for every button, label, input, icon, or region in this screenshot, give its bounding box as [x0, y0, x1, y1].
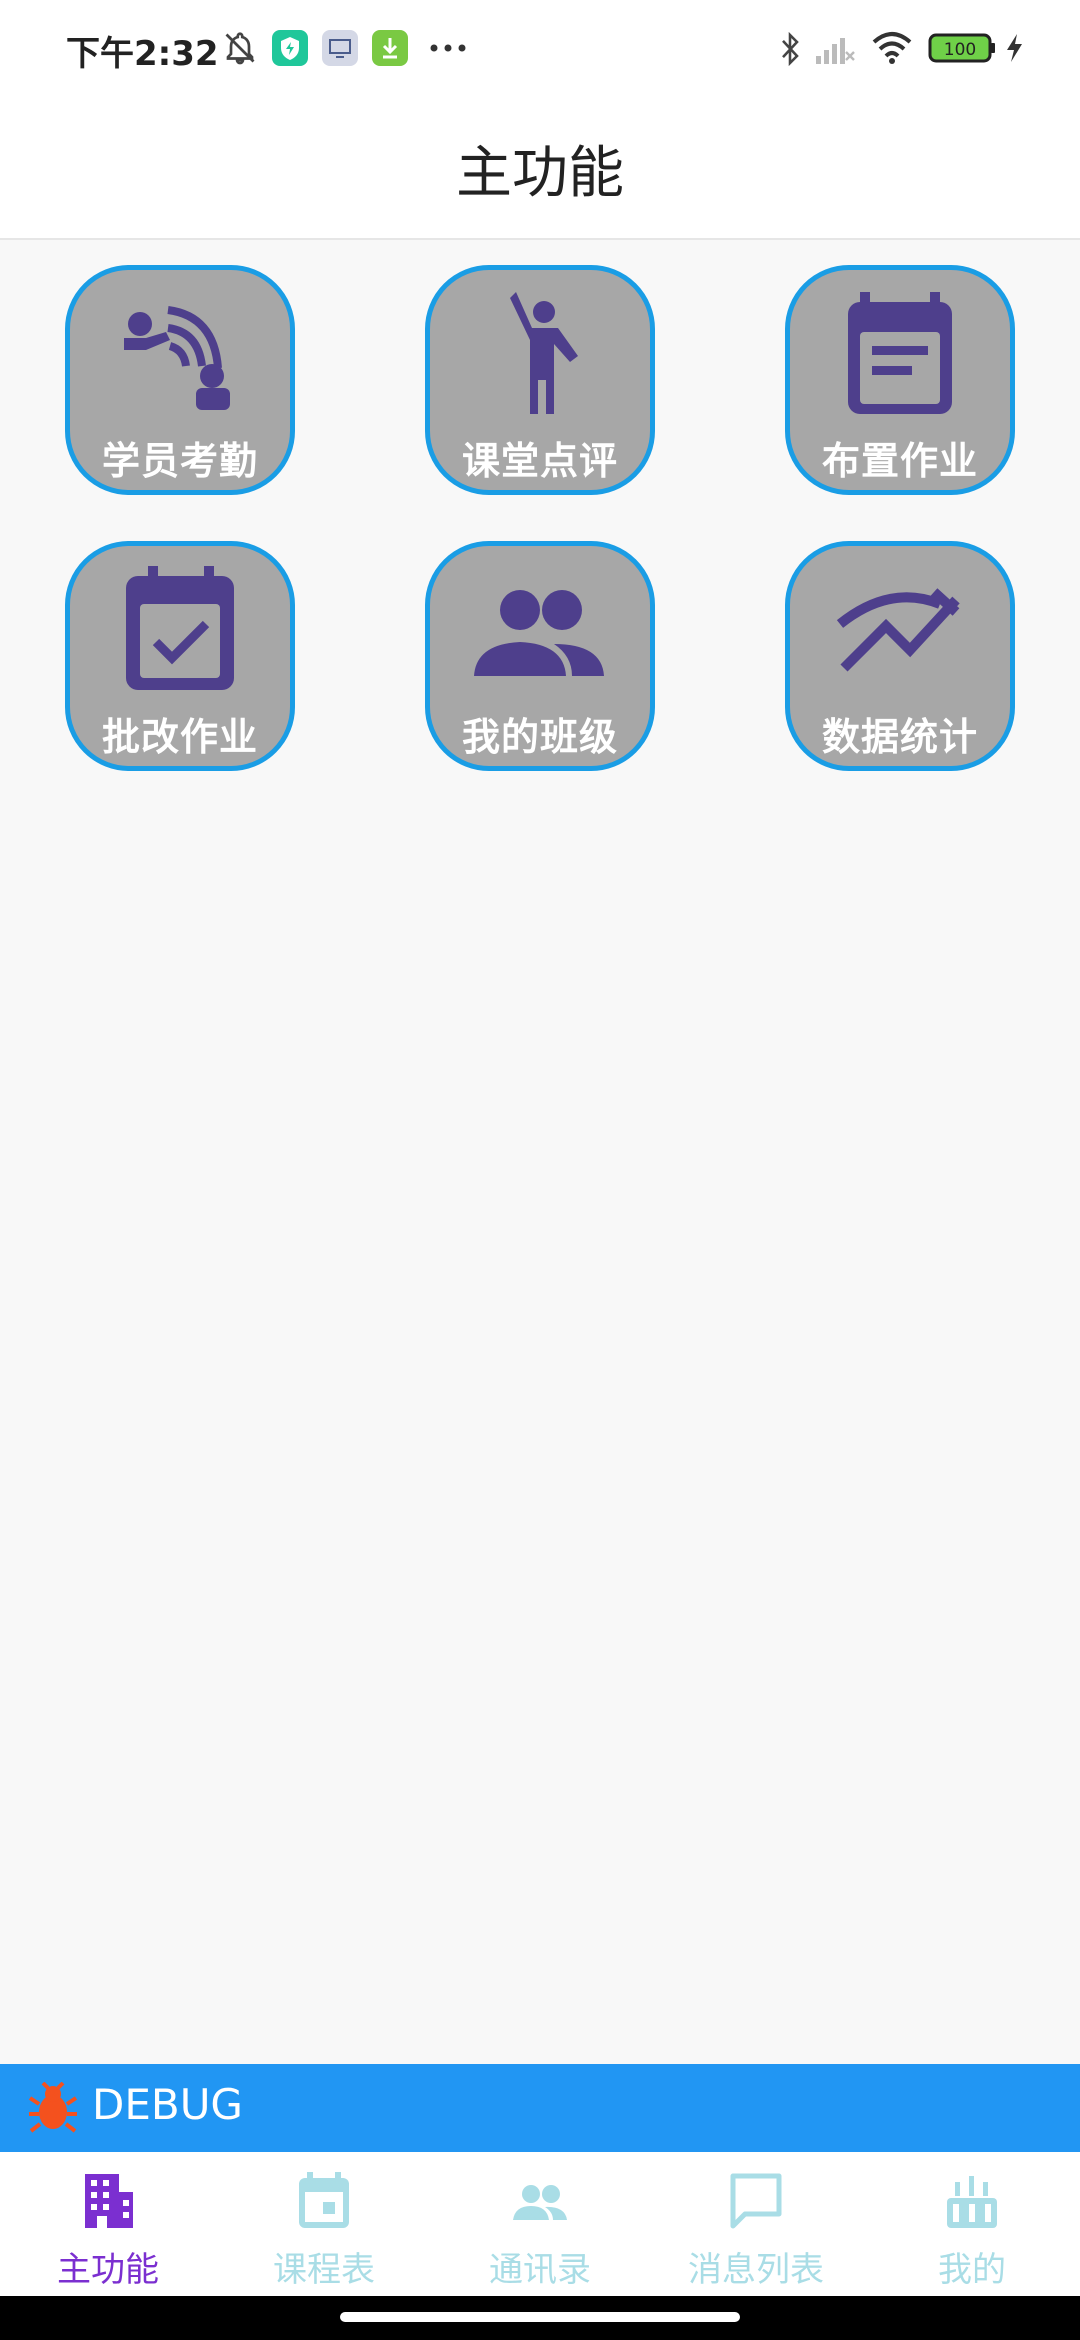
- mute-icon: [225, 32, 255, 65]
- classroom-review-icon: [510, 292, 578, 414]
- shield-app-icon: [272, 30, 308, 66]
- message-icon: [730, 2173, 782, 2229]
- tile-grade-homework[interactable]: 批改作业: [65, 541, 295, 771]
- tile-classroom-review[interactable]: 课堂点评: [425, 265, 655, 495]
- battery-icon: 100: [928, 33, 995, 63]
- nav-item-schedule[interactable]: 课程表: [216, 2152, 432, 2296]
- nav-label: 通讯录: [489, 2250, 591, 2290]
- download-app-icon: [372, 30, 408, 66]
- calendar-icon: [299, 2172, 349, 2228]
- nav-label: 我的: [938, 2250, 1006, 2290]
- tile-student-attendance[interactable]: 学员考勤: [65, 265, 295, 495]
- tile-label: 批改作业: [101, 715, 258, 759]
- page-title: 主功能: [456, 141, 624, 206]
- screen-app-icon: [322, 30, 358, 66]
- app-header: 主功能: [0, 96, 1080, 240]
- nav-label: 消息列表: [688, 2250, 824, 2290]
- debug-label: DEBUG: [92, 2080, 243, 2129]
- bottom-nav: 主功能 课程表 通讯录 消息列表 我的: [0, 2152, 1080, 2296]
- debug-banner[interactable]: DEBUG: [0, 2064, 1080, 2152]
- gesture-bar-area: [0, 2296, 1080, 2340]
- grade-homework-icon: [126, 566, 234, 690]
- contacts-icon: [513, 2185, 567, 2220]
- more-dots-icon: [430, 44, 466, 52]
- tile-label: 数据统计: [821, 715, 978, 759]
- tile-label: 课堂点评: [461, 439, 618, 483]
- tile-label: 我的班级: [461, 715, 618, 759]
- nav-item-profile[interactable]: 我的: [864, 2152, 1080, 2296]
- charging-icon: [1007, 34, 1022, 62]
- status-bar: 下午2:32 100: [0, 0, 1080, 96]
- bluetooth-icon: [782, 31, 799, 67]
- tile-assign-homework[interactable]: 布置作业: [785, 265, 1015, 495]
- nav-item-main-functions[interactable]: 主功能: [0, 2152, 216, 2296]
- tile-label: 学员考勤: [101, 439, 258, 483]
- assign-homework-icon: [848, 292, 952, 414]
- nav-item-messages[interactable]: 消息列表: [648, 2152, 864, 2296]
- tile-my-class[interactable]: 我的班级: [425, 541, 655, 771]
- statistics-icon: [836, 588, 960, 672]
- my-class-icon: [474, 590, 604, 676]
- home-indicator[interactable]: [340, 2312, 740, 2322]
- building-icon: [85, 2174, 133, 2228]
- profile-icon: [947, 2176, 997, 2228]
- nav-item-contacts[interactable]: 通讯录: [432, 2152, 648, 2296]
- battery-level: 100: [944, 40, 976, 60]
- status-time: 下午2:32: [66, 34, 219, 74]
- signal-icon: [816, 38, 855, 64]
- bug-icon: [28, 2082, 78, 2133]
- nav-label: 课程表: [273, 2250, 375, 2290]
- attendance-icon: [124, 306, 230, 410]
- nav-label: 主功能: [57, 2250, 159, 2290]
- tile-statistics[interactable]: 数据统计: [785, 541, 1015, 771]
- wifi-icon: [872, 32, 912, 64]
- tile-label: 布置作业: [821, 439, 978, 483]
